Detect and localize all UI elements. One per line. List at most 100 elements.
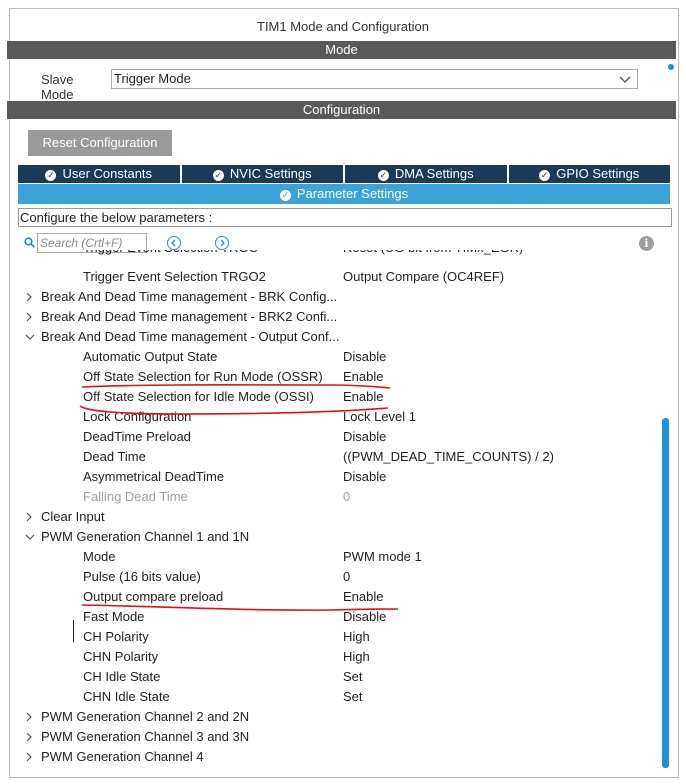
panel-title: TIM1 Mode and Configuration — [257, 19, 429, 34]
param-value: Lock Level 1 — [343, 409, 416, 424]
slave-mode-value: Trigger Mode — [114, 71, 191, 86]
tab-nvic-settings[interactable]: ✓ NVIC Settings — [181, 165, 345, 183]
param-value: High — [343, 629, 370, 644]
tree-group-pwm2[interactable]: PWM Generation Channel 2 and 2N — [18, 707, 658, 727]
param-name: Fast Mode — [83, 609, 145, 624]
param-value: Disable — [343, 609, 387, 624]
param-value: 0 — [343, 489, 351, 504]
tree-group-clear-input[interactable]: Clear Input — [18, 507, 658, 527]
param-value: Disable — [343, 429, 387, 444]
group-label: PWM Generation Channel 3 and 3N — [41, 729, 250, 744]
group-label: Clear Input — [41, 509, 105, 524]
param-dead-time[interactable]: Dead Time ((PWM_DEAD_TIME_COUNTS) / 2) — [18, 447, 658, 467]
mode-bar: Mode — [7, 41, 676, 59]
tab-label: GPIO Settings — [556, 166, 640, 181]
param-value: Enable — [343, 589, 384, 604]
tree-group-pwm1[interactable]: PWM Generation Channel 1 and 1N — [18, 527, 658, 547]
configure-description: Configure the below parameters : — [18, 208, 672, 227]
text-cursor — [73, 620, 74, 642]
tab-user-constants[interactable]: ✓ User Constants — [18, 165, 182, 183]
param-lock-configuration[interactable]: Lock Configuration Lock Level 1 — [18, 407, 658, 427]
group-label: Break And Dead Time management - BRK Con… — [41, 289, 338, 304]
param-name: Asymmetrical DeadTime — [83, 469, 225, 484]
param-value: ((PWM_DEAD_TIME_COUNTS) / 2) — [343, 449, 554, 464]
param-value: Output Compare (OC4REF) — [343, 269, 505, 284]
param-mode[interactable]: Mode PWM mode 1 — [18, 547, 658, 567]
param-value: Reset (UG bit from TIMx_EGR) — [343, 250, 523, 258]
param-value: Disable — [343, 349, 387, 364]
param-value: Enable — [343, 389, 384, 404]
group-label: Break And Dead Time management - BRK2 Co… — [41, 309, 338, 324]
param-output-compare-preload[interactable]: Output compare preload Enable — [18, 587, 658, 607]
param-value: High — [343, 649, 370, 664]
param-deadtime-preload[interactable]: DeadTime Preload Disable — [18, 427, 658, 447]
tab-gpio-settings[interactable]: ✓ GPIO Settings — [508, 165, 670, 183]
param-name: DeadTime Preload — [83, 429, 191, 444]
tree-group-brk2[interactable]: Break And Dead Time management - BRK2 Co… — [18, 307, 658, 327]
param-value: 0 — [343, 569, 351, 584]
param-value: Set — [343, 689, 363, 704]
tab-dma-settings[interactable]: ✓ DMA Settings — [345, 165, 509, 183]
parameter-tree: Trigger Event Selection TRGO Reset (UG b… — [18, 250, 660, 770]
param-name: Output compare preload — [83, 589, 224, 604]
param-asymmetrical-deadtime[interactable]: Asymmetrical DeadTime Disable — [18, 467, 658, 487]
group-label: Break And Dead Time management - Output … — [41, 329, 340, 344]
check-circle-icon: ✓ — [45, 170, 57, 181]
param-name: CH Polarity — [83, 629, 149, 644]
param-name: Automatic Output State — [83, 349, 218, 364]
chevron-right-icon — [25, 747, 35, 770]
param-name: Pulse (16 bits value) — [83, 569, 201, 584]
group-label: PWM Generation Channel 2 and 2N — [41, 709, 250, 724]
param-name: Trigger Event Selection TRGO2 — [83, 269, 266, 284]
chevron-right-circle-icon[interactable] — [215, 236, 229, 250]
chevron-left-circle-icon[interactable] — [167, 236, 181, 250]
param-chn-idle-state[interactable]: CHN Idle State Set — [18, 687, 658, 707]
chevron-down-icon — [619, 70, 631, 93]
param-value: Enable — [343, 369, 384, 384]
param-name: Mode — [83, 549, 116, 564]
param-name: Off State Selection for Idle Mode (OSSI) — [83, 389, 314, 404]
tree-group-output[interactable]: Break And Dead Time management - Output … — [18, 327, 658, 347]
param-value: Set — [343, 669, 363, 684]
tree-group-brk[interactable]: Break And Dead Time management - BRK Con… — [18, 287, 658, 307]
reset-configuration-button[interactable]: Reset Configuration — [28, 130, 172, 156]
param-falling-dead-time: Falling Dead Time 0 — [18, 487, 658, 507]
parameter-scrollbar[interactable] — [662, 418, 669, 768]
param-automatic-output-state[interactable]: Automatic Output State Disable — [18, 347, 658, 367]
info-icon[interactable]: i — [639, 236, 654, 251]
param-name: Off State Selection for Run Mode (OSSR) — [83, 369, 323, 384]
group-label: PWM Generation Channel 1 and 1N — [41, 529, 250, 544]
param-name: Lock Configuration — [83, 409, 192, 424]
param-fast-mode[interactable]: Fast Mode Disable — [18, 607, 658, 627]
param-ch-idle-state[interactable]: CH Idle State Set — [18, 667, 658, 687]
mode-scrollbar[interactable] — [668, 64, 674, 70]
settings-tabs: ✓ User Constants ✓ NVIC Settings ✓ DMA Sett… — [18, 165, 670, 183]
param-name: CHN Polarity — [83, 649, 159, 664]
check-circle-icon: ✓ — [539, 170, 551, 181]
slave-mode-label: Slave Mode — [41, 72, 74, 102]
search-icon — [24, 236, 35, 248]
tab-label: NVIC Settings — [229, 166, 312, 181]
param-chn-polarity[interactable]: CHN Polarity High — [18, 647, 658, 667]
param-value: Disable — [343, 469, 387, 484]
check-circle-icon: ✓ — [212, 170, 224, 181]
tab-parameter-settings[interactable]: ✓ Parameter Settings — [18, 184, 670, 204]
tab-label: DMA Settings — [394, 166, 474, 181]
param-ch-polarity[interactable]: CH Polarity High — [18, 627, 658, 647]
tree-row-trgo[interactable]: Trigger Event Selection TRGO Reset (UG b… — [18, 250, 658, 258]
tree-group-pwm4[interactable]: PWM Generation Channel 4 — [18, 747, 658, 767]
param-name: CH Idle State — [83, 669, 161, 684]
check-circle-icon: ✓ — [377, 170, 389, 181]
check-circle-icon: ✓ — [279, 190, 291, 201]
param-value: PWM mode 1 — [343, 549, 422, 564]
param-ossi[interactable]: Off State Selection for Idle Mode (OSSI)… — [18, 387, 658, 407]
group-label: PWM Generation Channel 4 — [41, 749, 204, 764]
param-ossr[interactable]: Off State Selection for Run Mode (OSSR) … — [18, 367, 658, 387]
tree-row-trgo2[interactable]: Trigger Event Selection TRGO2 Output Com… — [18, 267, 658, 287]
param-name: Dead Time — [83, 449, 146, 464]
param-pulse[interactable]: Pulse (16 bits value) 0 — [18, 567, 658, 587]
param-name: CHN Idle State — [83, 689, 170, 704]
tree-group-pwm3[interactable]: PWM Generation Channel 3 and 3N — [18, 727, 658, 747]
param-name: Trigger Event Selection TRGO — [83, 250, 259, 258]
slave-mode-select[interactable]: Trigger Mode — [111, 69, 638, 89]
